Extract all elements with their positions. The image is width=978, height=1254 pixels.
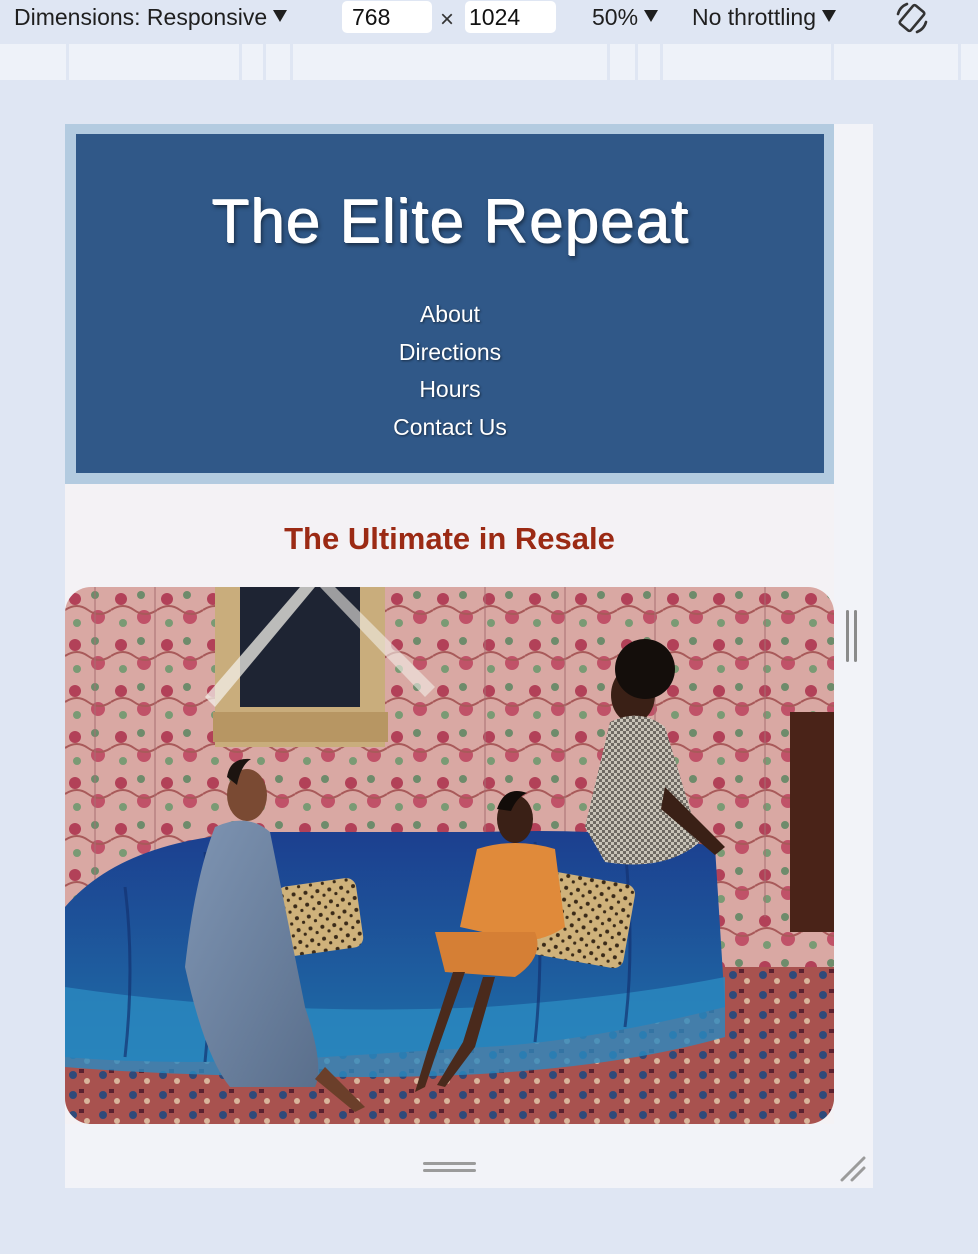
nav-link-contact-us[interactable]: Contact Us (76, 409, 824, 447)
zoom-dropdown[interactable]: 50% (592, 4, 659, 31)
media-query-segment[interactable] (69, 44, 242, 80)
nav-link-directions[interactable]: Directions (76, 334, 824, 372)
throttling-dropdown[interactable]: No throttling (692, 4, 837, 31)
height-input[interactable]: 1024 (465, 1, 556, 33)
media-query-segment[interactable] (610, 44, 638, 80)
nav-link-about[interactable]: About (76, 296, 824, 334)
caret-down-icon (822, 10, 837, 22)
resize-corner-icon[interactable] (840, 1156, 866, 1182)
rotate-device-icon[interactable] (893, 0, 931, 36)
zoom-label: 50% (592, 4, 639, 30)
media-query-segment[interactable] (0, 44, 69, 80)
dimensions-label: Dimensions: Responsive (14, 4, 268, 30)
main-nav: About Directions Hours Contact Us (76, 296, 824, 446)
media-query-segment[interactable] (638, 44, 663, 80)
dimensions-dropdown[interactable]: Dimensions: Responsive (14, 4, 288, 31)
media-query-segment[interactable] (242, 44, 266, 80)
width-input[interactable]: 768 (342, 1, 432, 33)
site-title: The Elite Repeat (211, 187, 689, 256)
media-query-segment[interactable] (961, 44, 978, 80)
caret-down-icon (273, 10, 288, 22)
site-header: The Elite Repeat About Directions Hours … (76, 134, 824, 473)
hero-image (65, 587, 834, 1124)
caret-down-icon (644, 10, 659, 22)
device-toolbar: Dimensions: Responsive 768 × 1024 50% No… (0, 0, 978, 44)
nav-link-hours[interactable]: Hours (76, 371, 824, 409)
media-query-segment[interactable] (266, 44, 293, 80)
media-query-segment[interactable] (663, 44, 834, 80)
media-query-bar (0, 44, 978, 80)
hero-photo-illustration (65, 587, 834, 1124)
web-page: The Elite Repeat About Directions Hours … (65, 124, 834, 1124)
media-query-segment[interactable] (293, 44, 610, 80)
device-viewport: The Elite Repeat About Directions Hours … (65, 124, 873, 1188)
tagline-heading: The Ultimate in Resale (284, 521, 615, 556)
resize-handle-right[interactable] (846, 610, 860, 662)
resize-handle-bottom[interactable] (423, 1162, 476, 1174)
times-sign: × (440, 6, 455, 33)
throttling-label: No throttling (692, 4, 817, 30)
media-query-segment[interactable] (834, 44, 961, 80)
